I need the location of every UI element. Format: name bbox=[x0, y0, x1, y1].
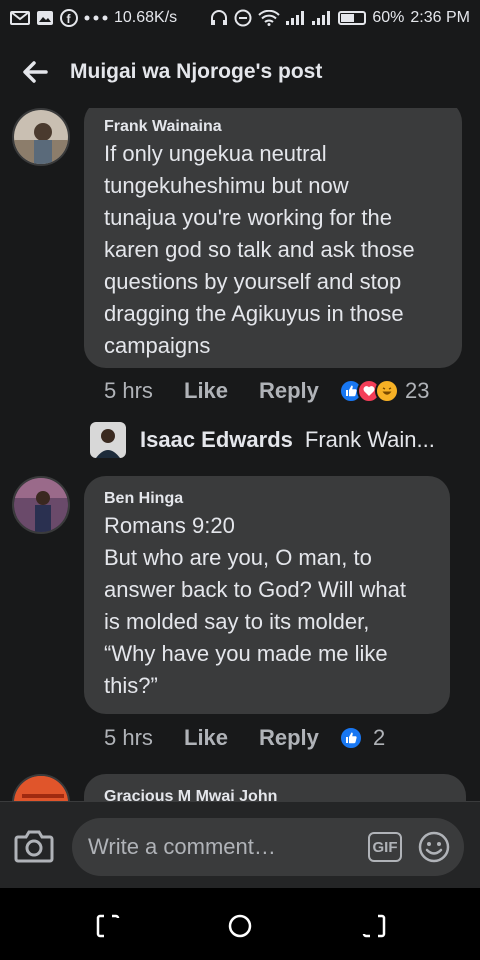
clock: 2:36 PM bbox=[410, 9, 470, 26]
reply-button[interactable]: Reply bbox=[259, 725, 339, 751]
reaction-count: 2 bbox=[373, 725, 386, 750]
signal-icon bbox=[286, 11, 306, 25]
comment-text: Romans 9:20 But who are you, O man, to a… bbox=[104, 513, 407, 698]
like-button[interactable]: Like bbox=[184, 378, 259, 404]
comment-placeholder: Write a comment… bbox=[88, 834, 276, 859]
comment-bubble[interactable]: Gracious M Mwai John bbox=[84, 774, 466, 801]
camera-icon bbox=[14, 830, 54, 863]
recent-apps-button[interactable] bbox=[94, 912, 122, 940]
comment-time: 5 hrs bbox=[104, 378, 153, 403]
reply-snippet: Frank Wain... bbox=[304, 427, 435, 452]
recent-apps-icon bbox=[96, 914, 120, 938]
haha-reaction-icon bbox=[375, 379, 399, 403]
comment-bubble[interactable]: Frank Wainaina If only ungekua neutral t… bbox=[84, 108, 462, 368]
comment-bubble[interactable]: Ben Hinga Romans 9:20 But who are you, O… bbox=[84, 476, 450, 714]
back-nav-icon bbox=[362, 914, 386, 938]
comment-actions: 5 hrs Like Reply 2 bbox=[104, 725, 385, 751]
reply-avatar bbox=[90, 422, 126, 458]
comments-list[interactable]: Frank Wainaina If only ungekua neutral t… bbox=[0, 108, 480, 801]
network-speed: 10.68K/s bbox=[114, 9, 178, 26]
camera-button[interactable] bbox=[14, 828, 54, 864]
comment-author[interactable]: Gracious M Mwai John bbox=[104, 788, 446, 801]
battery-percent: 60% bbox=[372, 9, 405, 26]
headphones-icon bbox=[210, 10, 228, 26]
page-title: Muigai wa Njoroge's post bbox=[70, 60, 323, 83]
reactions[interactable]: 2 bbox=[339, 725, 385, 751]
do-not-disturb-icon bbox=[234, 9, 252, 27]
gmail-icon bbox=[10, 11, 30, 25]
facebook-icon: f bbox=[60, 9, 78, 27]
signal-icon-2 bbox=[312, 11, 332, 25]
reply-author[interactable]: Isaac Edwards bbox=[140, 427, 293, 453]
comment-input[interactable]: Write a comment… GIF bbox=[72, 818, 464, 876]
reply-button[interactable]: Reply bbox=[259, 378, 339, 404]
home-button[interactable] bbox=[226, 912, 254, 940]
status-bar: f 10.68K/s 60% 2:36 PM bbox=[0, 0, 480, 36]
comment-composer: Write a comment… GIF bbox=[0, 801, 480, 888]
emoji-button[interactable] bbox=[418, 831, 450, 863]
back-arrow-icon bbox=[23, 61, 48, 83]
reply-preview[interactable]: Isaac Edwards Frank Wain... bbox=[90, 422, 435, 458]
avatar[interactable] bbox=[12, 774, 70, 801]
more-dots-icon bbox=[84, 15, 108, 21]
battery-icon bbox=[338, 11, 367, 25]
home-icon bbox=[228, 914, 252, 938]
post-header: Muigai wa Njoroge's post bbox=[0, 36, 480, 108]
battery-fill bbox=[341, 14, 355, 22]
emoji-icon bbox=[418, 831, 450, 863]
reactions[interactable]: 23 bbox=[339, 378, 429, 404]
wifi-icon bbox=[258, 10, 281, 26]
svg-text:f: f bbox=[67, 12, 72, 26]
back-button[interactable] bbox=[0, 36, 70, 108]
app-screen: f 10.68K/s 60% 2:36 PM Muigai wa Njoroge… bbox=[0, 0, 480, 888]
comment-actions: 5 hrs Like Reply 23 bbox=[104, 378, 429, 404]
avatar[interactable] bbox=[12, 108, 70, 166]
comment-text: If only ungekua neutral tungekuheshimu b… bbox=[104, 141, 415, 358]
back-nav-button[interactable] bbox=[360, 912, 388, 940]
comment-time: 5 hrs bbox=[104, 725, 153, 750]
gif-button[interactable]: GIF bbox=[368, 832, 402, 862]
like-reaction-icon bbox=[339, 726, 363, 750]
avatar[interactable] bbox=[12, 476, 70, 534]
reaction-count: 23 bbox=[405, 378, 430, 403]
like-button[interactable]: Like bbox=[184, 725, 259, 751]
comment-author[interactable]: Frank Wainaina bbox=[104, 118, 442, 136]
image-icon bbox=[36, 10, 54, 26]
comment-author[interactable]: Ben Hinga bbox=[104, 490, 430, 508]
system-nav-bar bbox=[0, 888, 480, 960]
